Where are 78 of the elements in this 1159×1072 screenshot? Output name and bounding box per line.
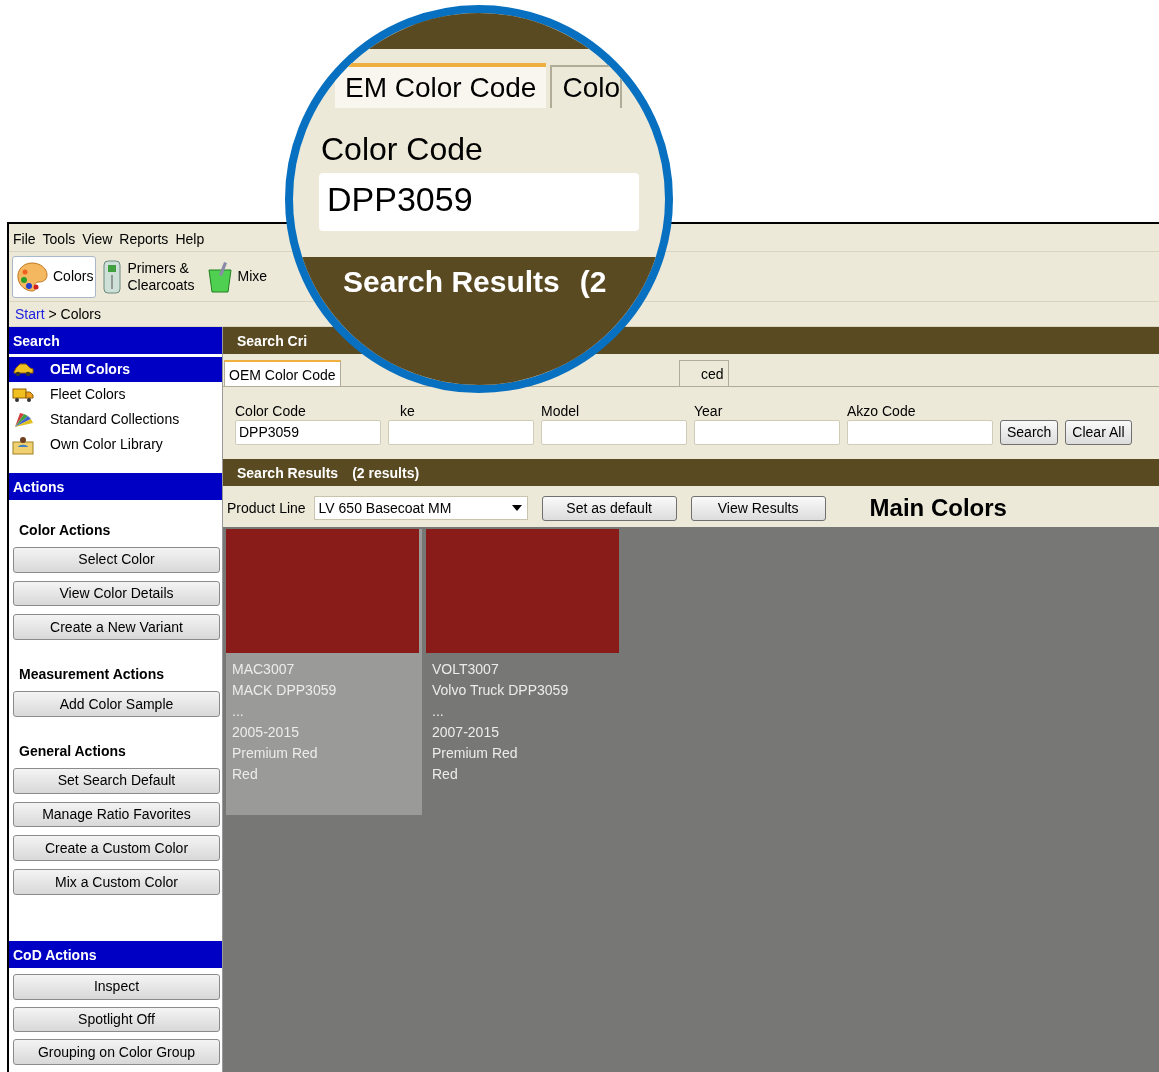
swatch-detail: Premium Red [232, 743, 319, 763]
swatch-detail: Volvo Truck DPP3059 [432, 680, 570, 700]
action-button[interactable]: Grouping on Color Group [13, 1039, 220, 1066]
input-field[interactable] [847, 419, 993, 445]
action-button[interactable]: Create a Custom Color [13, 835, 220, 862]
section-header: Search [9, 327, 222, 354]
palette-icon [15, 259, 49, 294]
swatch-detail: Red [432, 764, 459, 784]
group-title: Color Actions [18, 521, 112, 540]
tab[interactable]: Colo [550, 65, 622, 108]
tab[interactable]: ced [678, 360, 729, 386]
menu-item[interactable]: Tools [42, 229, 76, 248]
form-button[interactable]: View Results [690, 495, 826, 521]
swatch-detail: MACK DPP3059 [232, 680, 338, 700]
swatch-detail: VOLT3007 [432, 659, 500, 679]
action-button[interactable]: Manage Ratio Favorites [13, 801, 220, 828]
field-label: Model [541, 403, 581, 420]
color-fan-icon [12, 410, 34, 429]
toolbar-button[interactable]: Colors [12, 255, 97, 298]
swatch-detail: 2007-2015 [432, 722, 500, 742]
field-label: Akzo Code [847, 403, 917, 420]
field-label: Color Code [235, 403, 307, 420]
swatch-detail: Premium Red [432, 743, 519, 763]
bottle-icon [101, 258, 124, 295]
swatch-detail: ... [232, 701, 245, 721]
cup-icon [207, 259, 234, 294]
car-icon [12, 362, 34, 377]
action-button[interactable]: Set Search Default [13, 767, 220, 794]
action-button[interactable]: Select Color [13, 547, 220, 573]
result-count: (2 results) [352, 463, 420, 482]
group-title: Measurement Actions [18, 665, 165, 685]
action-button[interactable]: Create a New Variant [13, 614, 220, 641]
menu-item[interactable]: Help [175, 229, 205, 248]
swatch-detail: 2005-2015 [232, 722, 300, 742]
section-heading: Main Colors [869, 496, 1007, 521]
action-button[interactable]: Spotlight Off [13, 1006, 220, 1033]
toolbar-button[interactable]: Primers & Clearcoats [98, 255, 203, 298]
sidebar-item[interactable]: OEM Colors [9, 357, 222, 382]
caret-icon [510, 504, 523, 512]
tab[interactable]: EM Color Code [335, 63, 547, 108]
action-button[interactable]: Mix a Custom Color [13, 869, 220, 895]
swatch-detail: ... [432, 701, 445, 721]
panel-title: Search Results [237, 463, 339, 482]
tab[interactable]: OEM Color Code [224, 360, 341, 386]
field-label: Year [694, 403, 724, 420]
action-button[interactable]: Inspect [13, 973, 220, 1000]
breadcrumb-separator: > [47, 306, 58, 322]
dropdown[interactable]: LV 650 Basecoat MM [313, 496, 528, 521]
menu-item[interactable]: View [82, 229, 113, 248]
truck-icon [12, 386, 34, 403]
form-button[interactable]: Clear All [1065, 419, 1132, 445]
section-header: CoD Actions [9, 940, 222, 968]
input-field[interactable]: DPP3059 [319, 173, 639, 231]
toolbar-button[interactable]: Mixe [204, 255, 271, 298]
form-button[interactable]: Search [1000, 419, 1059, 445]
input-field[interactable]: DPP3059 [235, 419, 381, 445]
input-field[interactable] [541, 419, 687, 445]
breadcrumb-current: Colors [60, 306, 101, 322]
group-title: General Actions [18, 741, 127, 761]
action-button[interactable]: Add Color Sample [13, 691, 220, 717]
swatch-detail: MAC3007 [232, 659, 296, 679]
action-button[interactable]: View Color Details [13, 580, 220, 607]
input-field[interactable] [388, 419, 534, 445]
field-label: Product Line [227, 498, 306, 518]
panel-title: Search Cri [237, 332, 308, 350]
breadcrumb-link[interactable]: Start [15, 306, 45, 322]
field-label: ke [399, 403, 416, 420]
folder-person-icon [12, 434, 34, 455]
result-count: (2 [579, 265, 607, 298]
menu-item[interactable]: File [13, 229, 36, 248]
swatch-detail: Red [232, 764, 259, 784]
input-field[interactable] [694, 419, 840, 445]
field-label: Color Code [321, 131, 483, 167]
menu-item[interactable]: Reports [119, 229, 169, 248]
panel-title: Search Results [343, 265, 560, 298]
swatch-card[interactable]: VOLT3007 Volvo Truck DPP3059 ... 2007-2015 Premium Red Red [426, 528, 622, 815]
section-header: Actions [9, 473, 222, 500]
form-button[interactable]: Set as default [541, 495, 677, 521]
